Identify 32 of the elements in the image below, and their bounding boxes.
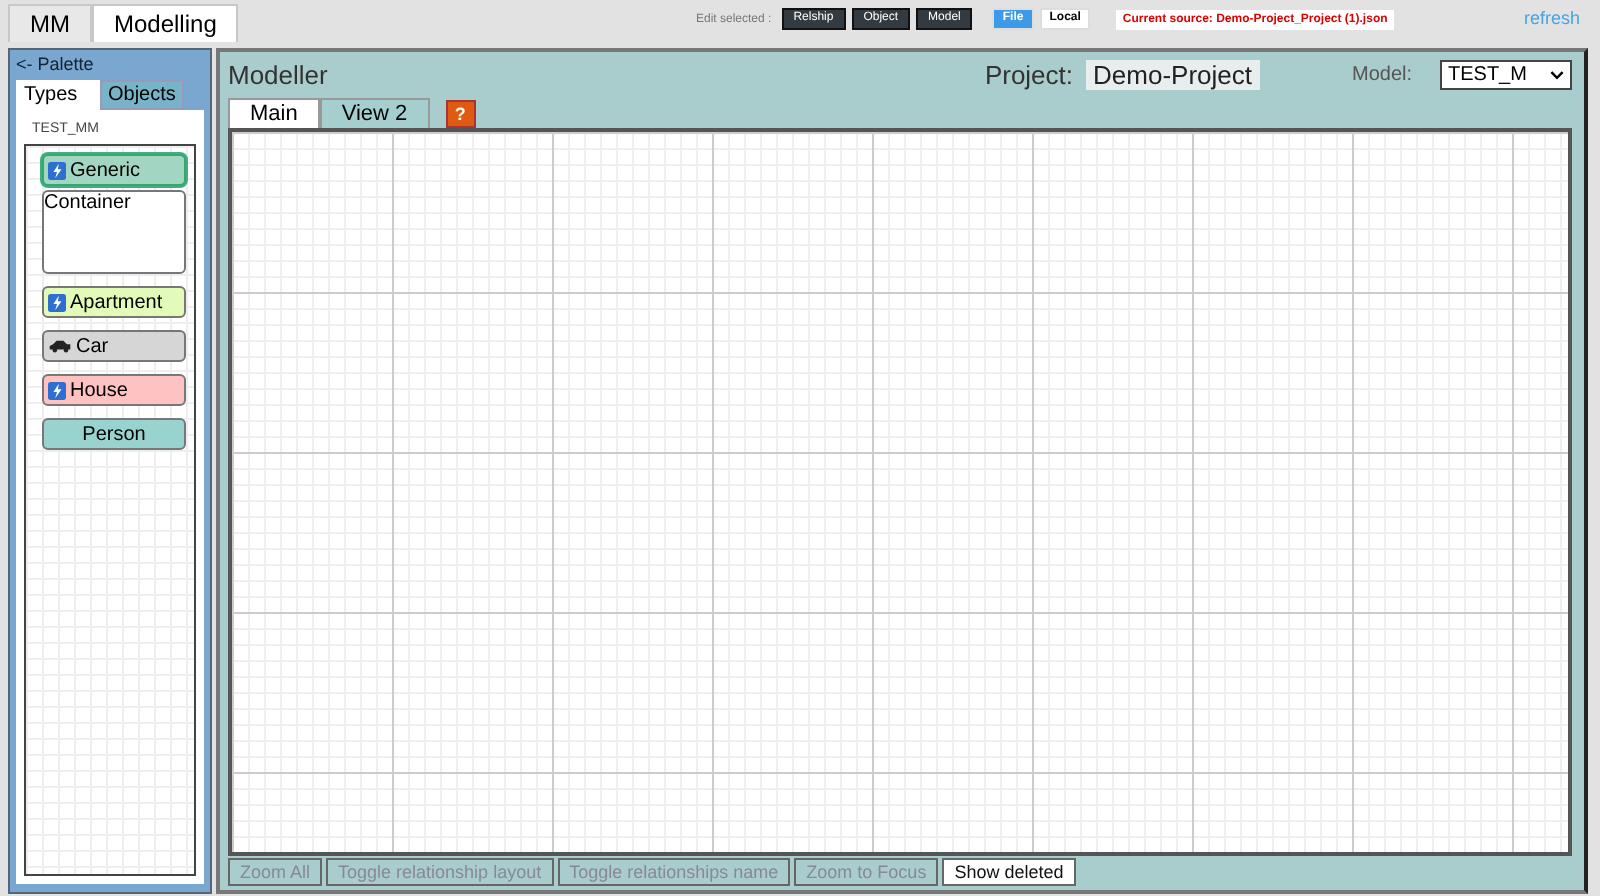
palette-tab[interactable]: Types bbox=[16, 80, 100, 110]
node-label: Apartment bbox=[70, 291, 163, 313]
node-label: Car bbox=[76, 335, 109, 357]
canvas-button[interactable]: Show deleted bbox=[942, 858, 1076, 886]
node-label: Generic bbox=[70, 159, 141, 181]
node-label: Person bbox=[82, 423, 146, 445]
model-label: Model: bbox=[1351, 63, 1412, 85]
top-tab[interactable]: Modelling bbox=[92, 4, 239, 42]
lightning-icon bbox=[48, 293, 66, 311]
modeller-title: Modeller bbox=[228, 59, 328, 89]
diagram-canvas[interactable] bbox=[228, 128, 1572, 856]
node-label: Container bbox=[44, 192, 131, 214]
project-label: Project: bbox=[984, 59, 1074, 89]
lightning-icon bbox=[48, 161, 66, 179]
palette-node[interactable]: Person bbox=[42, 418, 186, 450]
view-tab[interactable]: Main bbox=[228, 98, 320, 128]
palette-group[interactable]: Container bbox=[42, 190, 186, 274]
help-button[interactable]: ? bbox=[445, 100, 476, 128]
view-tab[interactable]: View 2 bbox=[319, 98, 430, 128]
palette-node[interactable]: House bbox=[42, 374, 186, 406]
palette-node[interactable]: Car bbox=[42, 330, 186, 362]
palette-node[interactable]: Apartment bbox=[42, 286, 186, 318]
lightning-icon bbox=[48, 381, 66, 399]
model-select[interactable]: TEST_M bbox=[1440, 59, 1572, 89]
top-tab[interactable]: MM bbox=[8, 4, 92, 42]
node-label: House bbox=[70, 379, 128, 401]
palette-toggle[interactable]: <- Palette bbox=[16, 54, 204, 74]
palette-node[interactable]: Generic bbox=[42, 154, 186, 186]
palette-tab[interactable]: Objects bbox=[100, 80, 184, 110]
car-icon bbox=[48, 338, 72, 354]
chevron-icon bbox=[1550, 69, 1564, 79]
project-name: Demo-Project bbox=[1085, 59, 1260, 89]
